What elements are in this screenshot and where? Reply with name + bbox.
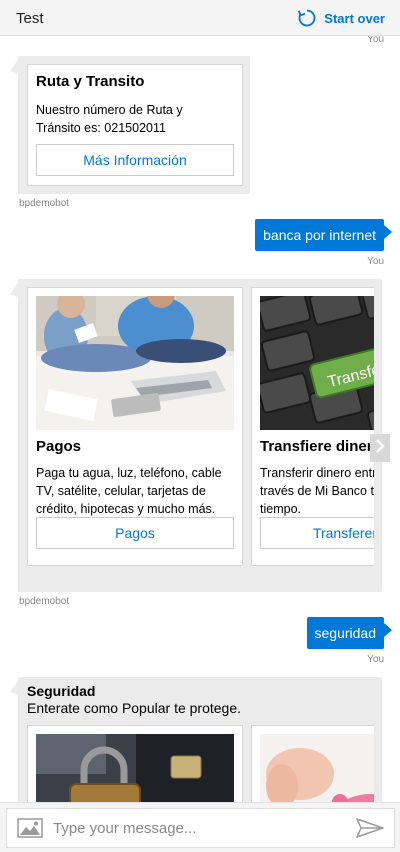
sender-label-bot: bpdemobot	[19, 596, 70, 607]
keyboard-photo: Transfer	[260, 296, 374, 430]
carousel-card-piggy	[251, 725, 374, 802]
pagos-button[interactable]: Pagos	[36, 517, 234, 549]
carousel-card-pagos: Pagos Paga tu agua, luz, teléfono, cable…	[27, 287, 243, 566]
chat-header: Test Start over	[0, 0, 400, 36]
routing-card-title: Ruta y Transito	[36, 73, 145, 90]
sender-label-bot: bpdemobot	[19, 198, 70, 209]
routing-card: Ruta y Transito Nuestro número de Ruta y…	[27, 64, 243, 186]
piggy-bank-photo	[260, 734, 374, 802]
transfiere-card-text: Transferir dinero entre cuentas a través…	[260, 466, 374, 516]
carousel-next-button[interactable]	[370, 434, 390, 462]
payments-photo	[36, 296, 234, 430]
composer-box	[6, 808, 395, 848]
chevron-right-icon	[375, 438, 385, 458]
user-message-seguridad: seguridad	[306, 617, 392, 649]
message-composer	[0, 802, 400, 852]
padlock-cards-photo	[36, 734, 234, 802]
carousel-card-lock	[27, 725, 243, 802]
carousel-pagos-transferencias[interactable]: Pagos Paga tu agua, luz, teléfono, cable…	[27, 287, 374, 584]
transfiere-card-title: Transfiere dinero	[260, 438, 374, 455]
carousel-security[interactable]	[27, 725, 374, 802]
sender-label-you: You	[367, 654, 384, 665]
sender-label-you: You	[367, 36, 384, 45]
pagos-card-text: Paga tu agua, luz, teléfono, cable TV, s…	[36, 466, 222, 516]
pagos-card-title: Pagos	[36, 438, 82, 455]
start-over-button[interactable]: Start over	[297, 6, 385, 30]
refresh-icon	[297, 8, 317, 28]
user-message-banca: banca por internet	[255, 219, 392, 251]
security-subtitle: Enterate como Popular te protege.	[27, 700, 242, 716]
message-list[interactable]: You Ruta y Transito Nuestro número de Ru…	[0, 36, 400, 802]
security-title: Seguridad	[27, 683, 96, 699]
start-over-label: Start over	[324, 10, 385, 26]
sender-label-you: You	[367, 256, 384, 267]
send-icon[interactable]	[356, 818, 384, 843]
chat-title: Test	[16, 10, 44, 27]
carousel-card-transfiere: Transfer Transfiere dinero Transferir di…	[251, 287, 374, 566]
transferencias-button[interactable]: Transferencias	[260, 517, 374, 549]
image-upload-icon[interactable]	[17, 818, 43, 843]
message-input[interactable]	[53, 817, 333, 839]
more-info-button[interactable]: Más Información	[36, 144, 234, 176]
routing-card-text: Nuestro número de Ruta y Tránsito es: 02…	[36, 103, 183, 135]
